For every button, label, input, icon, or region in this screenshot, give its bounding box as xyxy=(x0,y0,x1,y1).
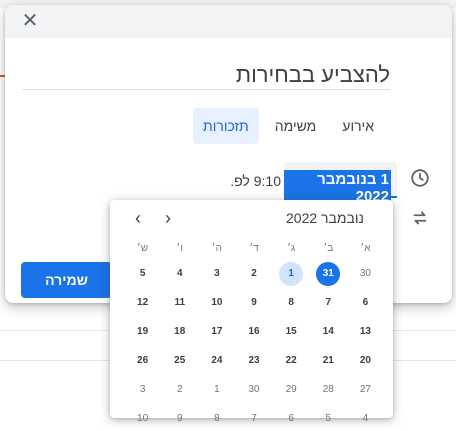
calendar-day[interactable]: 4 xyxy=(353,407,377,431)
calendar-day[interactable]: 7 xyxy=(242,407,266,431)
calendar-day[interactable]: 19 xyxy=(131,320,155,344)
date-picker: ‹ › נובמבר 2022 א׳ ב׳ ג׳ ד׳ ה׳ ו׳ ש׳ 30 31 1 2 3 4 5 6… xyxy=(110,200,393,424)
calendar-day[interactable]: 24 xyxy=(205,349,229,373)
tab-event[interactable]: אירוע xyxy=(332,108,384,144)
calendar-day[interactable]: 5 xyxy=(131,262,155,286)
tab-reminders[interactable]: תזכורות xyxy=(193,108,259,144)
calendar-day[interactable]: 26 xyxy=(131,349,155,373)
calendar-day[interactable]: 15 xyxy=(279,320,303,344)
calendar-day[interactable]: 2 xyxy=(242,262,266,286)
calendar-day[interactable]: 30 xyxy=(242,378,266,402)
clock-icon xyxy=(411,169,429,187)
weekday-header: ד׳ xyxy=(249,243,259,254)
calendar-day[interactable]: 10 xyxy=(205,291,229,315)
calendar-day[interactable]: 18 xyxy=(168,320,192,344)
calendar-day[interactable]: 17 xyxy=(205,320,229,344)
calendar-day[interactable]: 14 xyxy=(316,320,340,344)
calendar-grid: א׳ ב׳ ג׳ ד׳ ה׳ ו׳ ש׳ 30 31 1 2 3 4 5 6 7 8 9 10 11 12 13 14 15 1… xyxy=(124,240,384,431)
tab-task[interactable]: משימה xyxy=(265,108,327,144)
chevron-right-icon[interactable]: › xyxy=(156,206,180,230)
calendar-day[interactable]: 20 xyxy=(353,349,377,373)
repeat-icon[interactable] xyxy=(409,207,431,229)
weekday-header: ב׳ xyxy=(323,243,334,254)
save-button[interactable]: שמירה xyxy=(21,262,112,298)
calendar-day[interactable]: 6 xyxy=(353,291,377,315)
weekday-header: ש׳ xyxy=(137,243,149,254)
calendar-day[interactable]: 11 xyxy=(168,291,192,315)
calendar-day[interactable]: 27 xyxy=(353,378,377,402)
calendar-day[interactable]: 21 xyxy=(316,349,340,373)
time-value[interactable]: 9:10 לפ. xyxy=(223,173,281,189)
weekday-header: ה׳ xyxy=(211,243,222,254)
title-input[interactable]: להצביע בבחירות xyxy=(22,61,390,90)
calendar-day[interactable]: 28 xyxy=(316,378,340,402)
month-label: נובמבר 2022 xyxy=(286,210,364,226)
calendar-day[interactable]: 4 xyxy=(168,262,192,286)
calendar-day[interactable]: 9 xyxy=(242,291,266,315)
calendar-day[interactable]: 23 xyxy=(242,349,266,373)
calendar-day[interactable]: 25 xyxy=(168,349,192,373)
calendar-day[interactable]: 9 xyxy=(168,407,192,431)
date-field[interactable]: 1 בנובמבר 2022 xyxy=(284,162,397,206)
close-icon[interactable]: ✕ xyxy=(19,10,41,32)
calendar-day[interactable]: 1 xyxy=(205,378,229,402)
calendar-day[interactable]: 7 xyxy=(316,291,340,315)
dialog-header xyxy=(5,5,452,38)
calendar-day[interactable]: 30 xyxy=(353,262,377,286)
calendar-day[interactable]: 13 xyxy=(353,320,377,344)
calendar-day[interactable]: 5 xyxy=(316,407,340,431)
calendar-day[interactable]: 8 xyxy=(205,407,229,431)
weekday-header: ג׳ xyxy=(287,243,296,254)
chevron-left-icon[interactable]: ‹ xyxy=(126,206,150,230)
weekday-header: ו׳ xyxy=(176,243,183,254)
weekday-header: א׳ xyxy=(360,243,371,254)
calendar-day[interactable]: 12 xyxy=(131,291,155,315)
calendar-day[interactable]: 8 xyxy=(279,291,303,315)
today-day[interactable]: 1 xyxy=(279,262,304,286)
calendar-day[interactable]: 6 xyxy=(279,407,303,431)
calendar-day[interactable]: 10 xyxy=(131,407,155,431)
calendar-day[interactable]: 16 xyxy=(242,320,266,344)
selected-day[interactable]: 31 xyxy=(316,262,341,286)
calendar-day[interactable]: 22 xyxy=(279,349,303,373)
calendar-day[interactable]: 3 xyxy=(205,262,229,286)
calendar-day[interactable]: 3 xyxy=(131,378,155,402)
calendar-day[interactable]: 29 xyxy=(279,378,303,402)
calendar-day[interactable]: 2 xyxy=(168,378,192,402)
type-tabs: אירוע משימה תזכורות xyxy=(193,108,384,144)
